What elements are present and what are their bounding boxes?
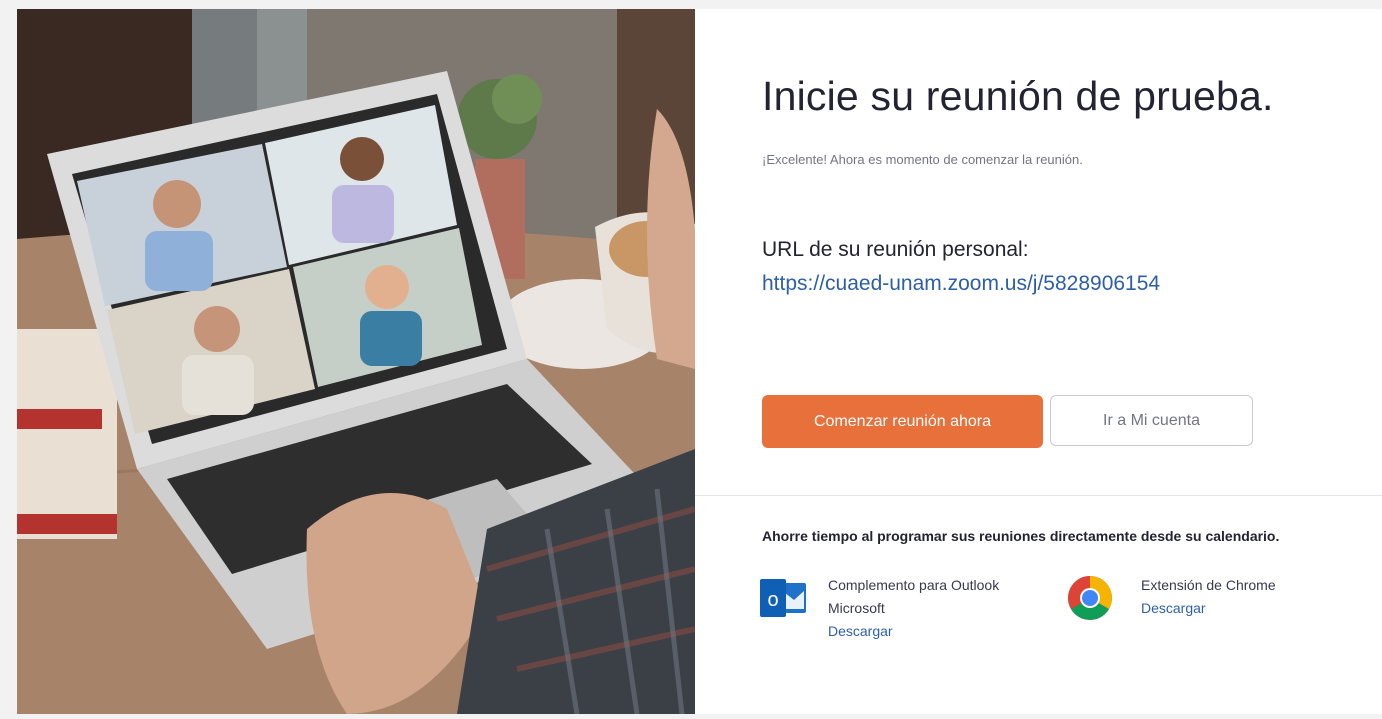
outlook-name-line2: Microsoft bbox=[828, 600, 885, 616]
personal-url-label: URL de su reunión personal: bbox=[762, 238, 1029, 261]
chrome-download-link[interactable]: Descargar bbox=[1141, 600, 1206, 616]
hero-illustration bbox=[17, 9, 695, 714]
page-title: Inicie su reunión de prueba. bbox=[762, 73, 1274, 119]
chrome-icon bbox=[1068, 576, 1112, 620]
start-meeting-button[interactable]: Comenzar reunión ahora bbox=[762, 395, 1043, 448]
hero-image bbox=[17, 9, 695, 714]
outlook-name-line1: Complemento para Outlook bbox=[828, 577, 1000, 593]
my-account-button[interactable]: Ir a Mi cuenta bbox=[1050, 395, 1253, 446]
svg-text:o: o bbox=[767, 589, 778, 611]
chrome-name: Extensión de Chrome bbox=[1141, 577, 1276, 593]
outlook-download-link[interactable]: Descargar bbox=[828, 623, 893, 639]
calendar-note: Ahorre tiempo al programar sus reuniones… bbox=[762, 528, 1280, 544]
page-frame: Inicie su reunión de prueba. ¡Excelente!… bbox=[17, 9, 1382, 714]
outlook-icon: o bbox=[760, 579, 806, 617]
meeting-panel: Inicie su reunión de prueba. ¡Excelente!… bbox=[695, 9, 1382, 714]
page-subtitle: ¡Excelente! Ahora es momento de comenzar… bbox=[762, 152, 1083, 167]
section-divider bbox=[695, 495, 1382, 496]
personal-meeting-url-link[interactable]: https://cuaed-unam.zoom.us/j/5828906154 bbox=[762, 272, 1160, 296]
